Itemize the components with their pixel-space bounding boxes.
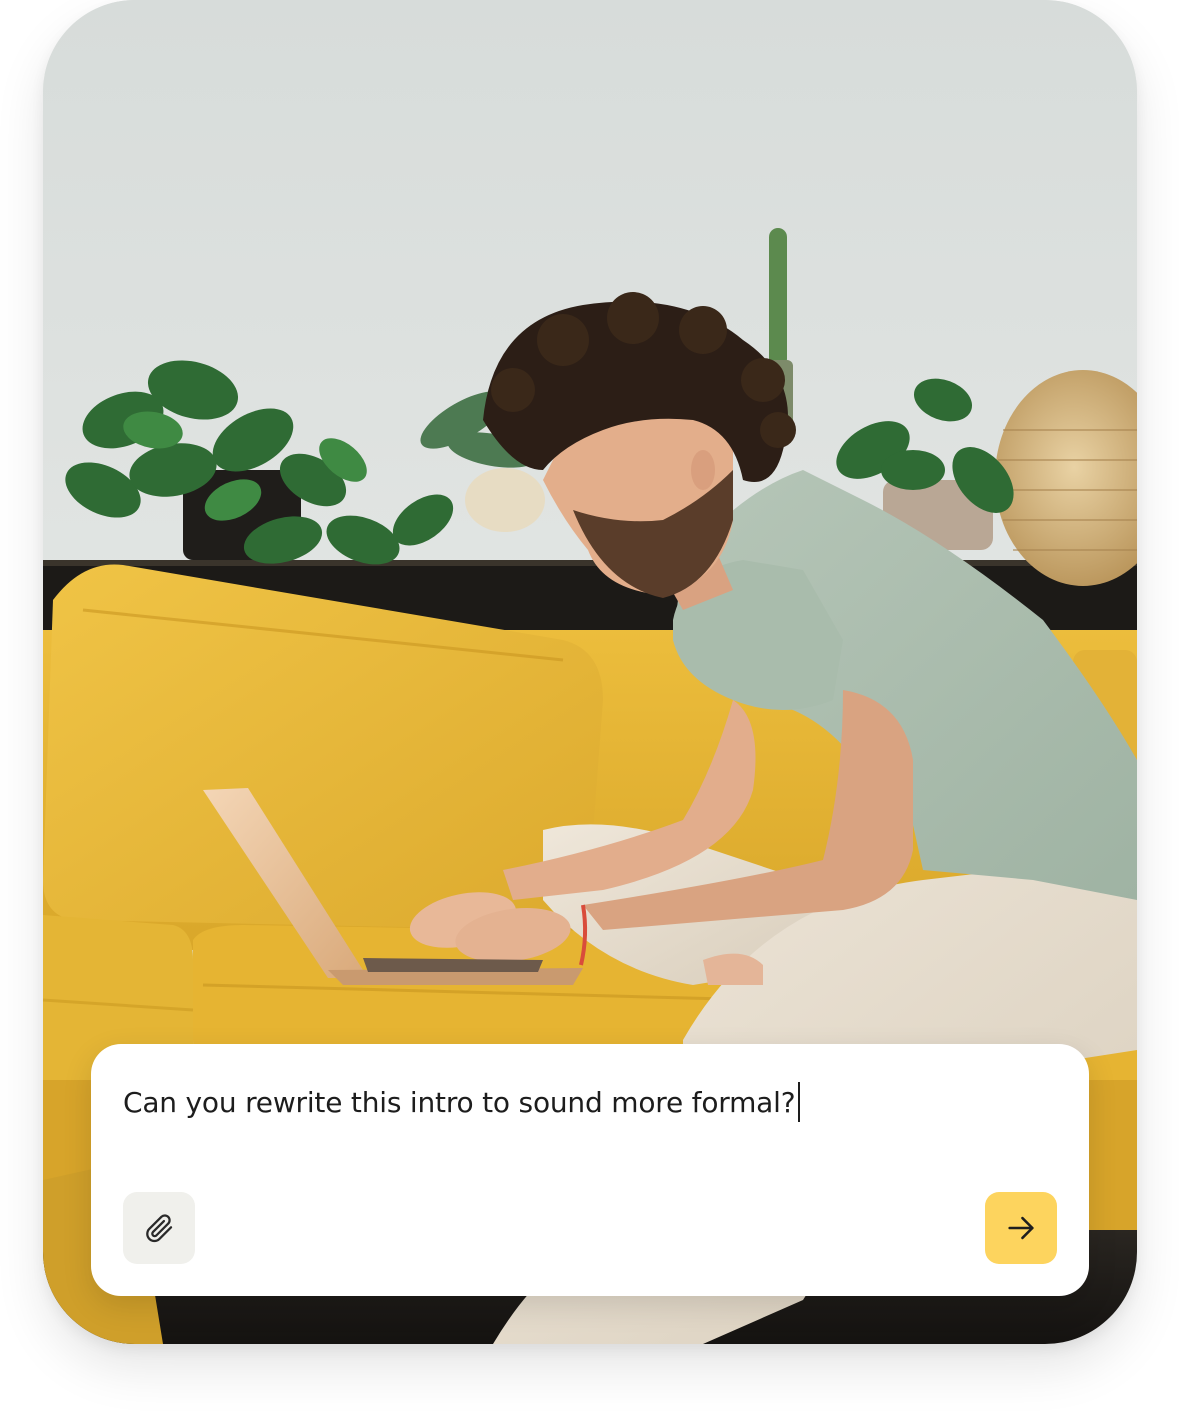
chat-composer[interactable]: Can you rewrite this intro to sound more…: [91, 1044, 1089, 1296]
arrow-right-icon: [1004, 1211, 1038, 1245]
prompt-input[interactable]: Can you rewrite this intro to sound more…: [123, 1080, 1057, 1124]
text-caret: [798, 1082, 801, 1122]
send-button[interactable]: [985, 1192, 1057, 1264]
attach-button[interactable]: [123, 1192, 195, 1264]
paperclip-icon: [142, 1211, 176, 1245]
prompt-text[interactable]: Can you rewrite this intro to sound more…: [123, 1086, 796, 1119]
